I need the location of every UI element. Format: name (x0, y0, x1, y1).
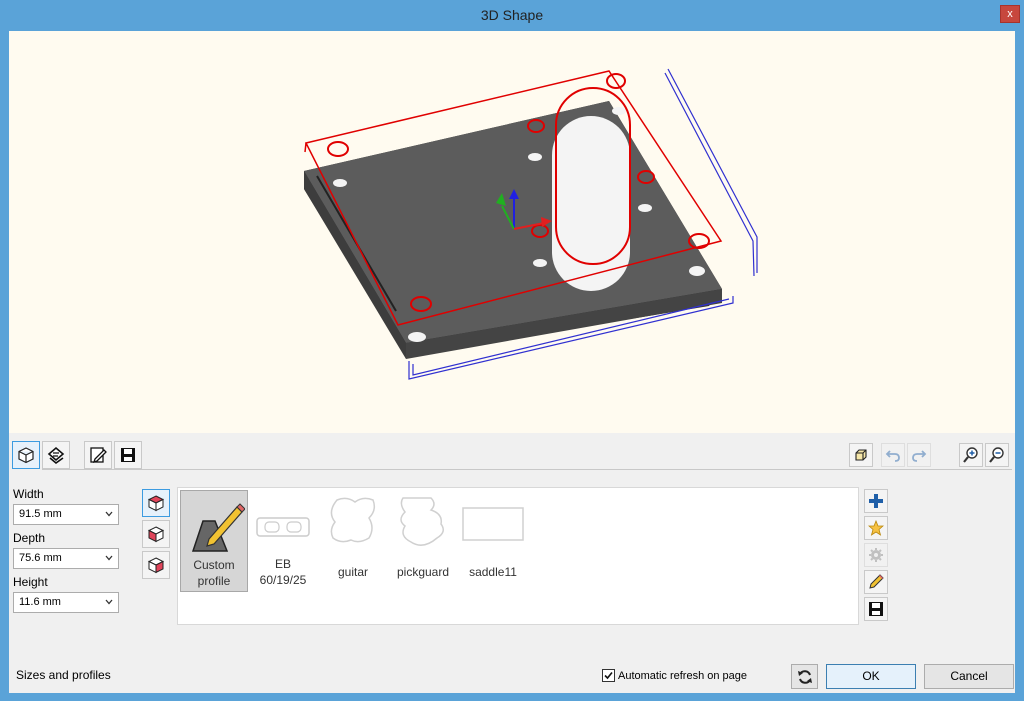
profile-label-line1: EB (274, 557, 291, 571)
width-value: 91.5 mm (19, 508, 62, 520)
zoom-out-button[interactable] (985, 443, 1009, 467)
profile-label-line1: saddle11 (469, 565, 517, 579)
pickguard-icon (400, 497, 444, 546)
title-bar[interactable]: 3D Shape x (0, 0, 1024, 31)
shape-edit-button[interactable] (42, 441, 70, 469)
save-icon (869, 602, 883, 616)
profile-label-line1: pickguard (396, 565, 450, 579)
profile-item-guitar[interactable]: guitar (320, 490, 386, 590)
chevron-down-icon (105, 555, 113, 561)
height-value: 11.6 mm (19, 596, 61, 608)
profile-actions (864, 489, 888, 621)
profile-settings-button[interactable] (864, 543, 888, 567)
pencil-icon (869, 574, 884, 589)
save-icon (121, 448, 135, 462)
save-profile-button[interactable] (864, 597, 888, 621)
cube-right-icon (147, 557, 165, 574)
checkmark-icon (604, 671, 613, 680)
face-selector (142, 489, 170, 579)
zoom-in-icon (963, 447, 978, 463)
dialog-window: 3D Shape x Width 91.5 mm Depth 75.6 mm H… (0, 0, 1024, 701)
auto-refresh-option[interactable]: Automatic refresh on page (602, 669, 747, 682)
ok-button[interactable]: OK (826, 664, 916, 689)
zoom-out-icon (989, 447, 1004, 463)
auto-refresh-checkbox[interactable] (602, 669, 615, 682)
3d-viewport[interactable] (9, 31, 1015, 433)
height-label: Height (13, 575, 48, 589)
profile-gallery[interactable]: Custom profile EB 60/19/25 guitar pickgu… (177, 487, 859, 625)
window-title: 3D Shape (480, 7, 544, 23)
depth-label: Depth (13, 531, 46, 545)
3d-view-icon (18, 447, 34, 464)
face-right-button[interactable] (142, 551, 170, 579)
profile-label-line1: Custom (193, 558, 235, 572)
custom-profile-icon (191, 503, 245, 552)
edit-page-icon (90, 447, 107, 464)
gear-icon (869, 548, 883, 562)
profile-item-pickguard[interactable]: pickguard (390, 490, 456, 590)
eb-profile-icon (256, 517, 310, 537)
profile-item-eb[interactable]: EB 60/19/25 (250, 490, 316, 590)
box-view-button[interactable] (849, 443, 873, 467)
star-icon (868, 520, 884, 536)
depth-select[interactable]: 75.6 mm (13, 548, 119, 569)
redo-icon (912, 450, 927, 462)
saddle-icon (462, 507, 524, 541)
3d-model-render (304, 68, 758, 380)
undo-icon (885, 450, 900, 462)
refresh-button[interactable] (791, 664, 818, 689)
view-controls (849, 443, 1009, 467)
favorite-profile-button[interactable] (864, 516, 888, 540)
plus-icon (869, 494, 883, 508)
undo-button[interactable] (881, 443, 905, 467)
sizes-panel: Width 91.5 mm Depth 75.6 mm Height 11.6 … (13, 487, 119, 619)
profile-item-custom[interactable]: Custom profile (180, 490, 248, 592)
cube-top-icon (147, 495, 165, 512)
cube-left-icon (147, 526, 165, 543)
dialog-client: Width 91.5 mm Depth 75.6 mm Height 11.6 … (9, 31, 1015, 693)
box-view-icon (855, 449, 867, 461)
chevron-down-icon (105, 511, 113, 517)
save-shape-button[interactable] (114, 441, 142, 469)
shape-edit-icon (47, 446, 65, 465)
face-top-button[interactable] (142, 489, 170, 517)
zoom-in-button[interactable] (959, 443, 983, 467)
view-toolbar (12, 441, 142, 469)
depth-value: 75.6 mm (19, 552, 62, 564)
auto-refresh-label: Automatic refresh on page (618, 669, 748, 682)
edit-page-button[interactable] (84, 441, 112, 469)
width-label: Width (13, 487, 44, 501)
cancel-button[interactable]: Cancel (924, 664, 1014, 689)
refresh-icon (797, 669, 812, 684)
chevron-down-icon (105, 599, 113, 605)
height-select[interactable]: 11.6 mm (13, 592, 119, 613)
face-left-button[interactable] (142, 520, 170, 548)
width-select[interactable]: 91.5 mm (13, 504, 119, 525)
add-profile-button[interactable] (864, 489, 888, 513)
profile-item-saddle11[interactable]: saddle11 (460, 490, 526, 590)
toolbar-divider (42, 469, 1012, 470)
status-text: Sizes and profiles (16, 668, 111, 682)
close-button[interactable]: x (1000, 5, 1020, 23)
3d-view-button[interactable] (12, 441, 40, 469)
guitar-icon (330, 497, 376, 543)
edit-profile-button[interactable] (864, 570, 888, 594)
profile-label-line2: profile (197, 574, 231, 588)
profile-label-line1: guitar (337, 565, 369, 579)
profile-label-line2: 60/19/25 (259, 573, 307, 587)
redo-button[interactable] (907, 443, 931, 467)
